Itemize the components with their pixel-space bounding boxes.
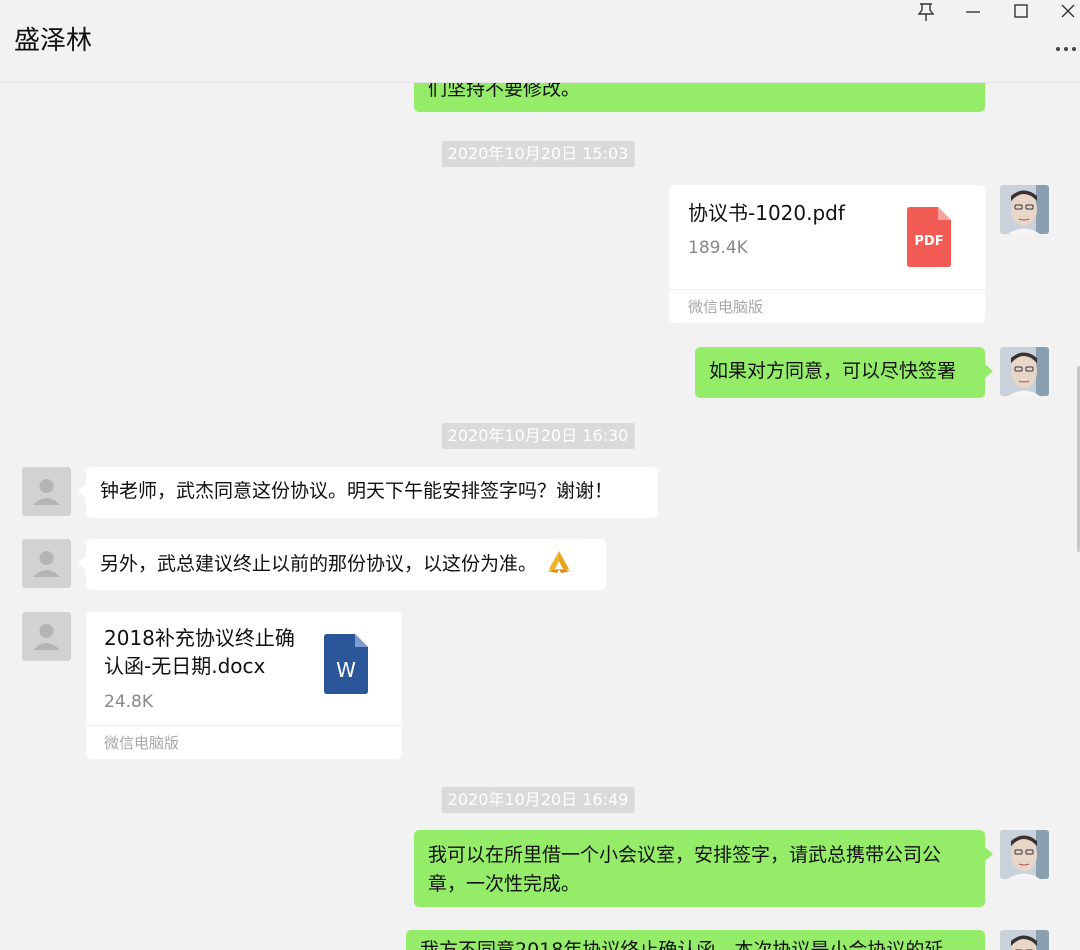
sent-message-bubble[interactable]: 如果对方同意，可以尽快签署 — [695, 347, 993, 398]
my-avatar[interactable] — [1000, 830, 1049, 879]
my-avatar[interactable] — [1000, 347, 1049, 396]
maximize-icon[interactable] — [999, 0, 1043, 26]
file-card-divider — [669, 289, 985, 290]
chat-message-list[interactable]: 们坚持不要修改。 2020年10月20日 15:03 协议书-1020.pdf … — [0, 83, 1080, 950]
file-name-line-2: 认函-无日期.docx — [104, 654, 266, 678]
pdf-icon: PDF — [907, 207, 951, 267]
file-name-line-1: 2018补充协议终止确 — [104, 626, 295, 650]
chat-title: 盛泽林 — [14, 26, 93, 56]
file-message-card[interactable]: 2018补充协议终止确 认函-无日期.docx 24.8K W 微信电脑版 — [86, 612, 402, 759]
minimize-icon[interactable] — [951, 0, 995, 26]
contact-avatar[interactable] — [22, 612, 71, 661]
message-text-line-1: 我可以在所里借一个小会议室，安排签字，请武总携带公司公 — [428, 844, 942, 866]
contact-avatar[interactable] — [22, 539, 71, 588]
file-card-divider — [86, 725, 402, 726]
title-bar: 盛泽林 — [0, 0, 1080, 83]
file-source-label: 微信电脑版 — [104, 734, 180, 752]
message-text: 钟老师，武杰同意这份协议。明天下午能安排签字吗？谢谢！ — [100, 480, 614, 502]
message-text: 另外，武总建议终止以前的那份协议，以这份为准。 — [100, 553, 538, 575]
word-icon: W — [324, 634, 368, 694]
pray-emoji-icon — [545, 549, 573, 575]
message-text: 如果对方同意，可以尽快签署 — [709, 360, 957, 382]
message-timestamp: 2020年10月20日 15:03 — [441, 141, 635, 167]
sent-message-bubble[interactable]: 们坚持不要修改。 — [414, 83, 993, 112]
received-message-bubble[interactable]: 钟老师，武杰同意这份协议。明天下午能安排签字吗？谢谢！ — [78, 467, 658, 518]
file-message-card[interactable]: 协议书-1020.pdf 189.4K PDF 微信电脑版 — [669, 185, 985, 323]
close-icon[interactable] — [1046, 0, 1080, 26]
message-text: 们坚持不要修改。 — [428, 83, 581, 100]
my-avatar[interactable] — [1000, 185, 1049, 234]
message-timestamp: 2020年10月20日 16:49 — [441, 787, 635, 813]
sent-message-bubble[interactable]: 我方不同意2018年协议终止确认函，本次协议是小会协议的延 — [406, 930, 985, 950]
file-name: 协议书-1020.pdf — [688, 201, 845, 225]
received-message-bubble[interactable]: 另外，武总建议终止以前的那份协议，以这份为准。 — [78, 539, 606, 590]
message-timestamp: 2020年10月20日 16:30 — [441, 423, 635, 449]
sent-message-bubble[interactable]: 我可以在所里借一个小会议室，安排签字，请武总携带公司公 章，一次性完成。 — [414, 830, 993, 907]
file-size: 189.4K — [688, 238, 748, 258]
my-avatar[interactable] — [1000, 930, 1049, 950]
pin-icon[interactable] — [904, 0, 948, 26]
contact-avatar[interactable] — [22, 467, 71, 516]
word-icon-label: W — [336, 658, 356, 682]
file-source-label: 微信电脑版 — [688, 298, 764, 316]
message-text: 我方不同意2018年协议终止确认函，本次协议是小会协议的延 — [420, 939, 944, 950]
more-icon[interactable] — [1052, 36, 1080, 60]
file-size: 24.8K — [104, 692, 153, 712]
pdf-icon-label: PDF — [914, 234, 944, 249]
message-text-line-2: 章，一次性完成。 — [428, 873, 581, 895]
